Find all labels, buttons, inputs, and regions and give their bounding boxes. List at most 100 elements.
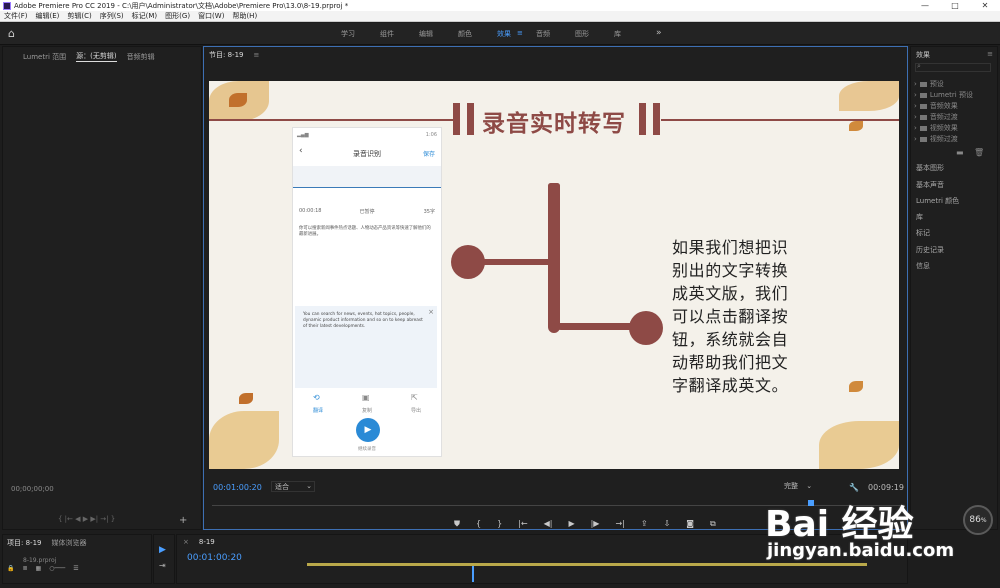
tab-audio-clip-mixer[interactable]: 音频剪辑 <box>127 52 155 62</box>
leaf-decoration <box>849 381 863 392</box>
tree-item-video-transitions[interactable]: › 视频过渡 <box>914 134 958 144</box>
workspace-effects[interactable]: 效果 <box>497 29 511 39</box>
timeline-timecode[interactable]: 00:01:00:20 <box>187 553 242 563</box>
tree-item-label: Lumetri 预设 <box>929 91 973 99</box>
tab-program[interactable]: 节目: 8-19 <box>209 50 243 60</box>
copy-label: 复制 <box>362 408 373 414</box>
badge-value: 86 <box>969 515 981 525</box>
panel-menu-icon[interactable]: ≡ <box>987 50 993 58</box>
tree-item-audio-effects[interactable]: › 音频效果 <box>914 101 958 111</box>
menu-edit[interactable]: 编辑(E) <box>32 11 64 21</box>
menu-sequence[interactable]: 序列(S) <box>96 11 128 21</box>
quality-select[interactable]: 完整 ⌄ <box>784 481 828 492</box>
workspace-color[interactable]: 颜色 <box>458 29 472 39</box>
badge-unit: % <box>980 517 987 524</box>
workspace-editing[interactable]: 编辑 <box>419 29 433 39</box>
work-area-bar[interactable] <box>307 563 867 566</box>
phone-screenshot: ▂▄▆ 1:06 ‹ 录音识别 保存 00:00:18 已暂停 35字 你可以搜… <box>292 127 442 457</box>
source-transport-controls[interactable]: { |← ◀ ▶ ▶| →| } <box>58 515 115 523</box>
tab-media-browser[interactable]: 媒体浏览器 <box>51 538 86 548</box>
workspace-assembly[interactable]: 组件 <box>380 29 394 39</box>
menu-file[interactable]: 文件(F) <box>0 11 32 21</box>
step-back-icon[interactable]: ◀| <box>544 519 553 529</box>
workspace-graphics[interactable]: 图形 <box>575 29 589 39</box>
panel-lumetri-color[interactable]: Lumetri 颜色 <box>916 196 959 206</box>
panel-essential-sound[interactable]: 基本声音 <box>916 180 944 190</box>
copy-icon: ▣ <box>362 393 370 402</box>
workspace-libraries[interactable]: 库 <box>614 29 621 39</box>
delete-icon[interactable]: 🗑 <box>974 148 984 157</box>
mark-in-icon[interactable]: { <box>476 519 481 529</box>
extract-icon[interactable]: ⇩ <box>664 519 671 529</box>
banner-bar-left <box>453 103 460 135</box>
window-title: Adobe Premiere Pro CC 2019 - C:\用户\Admin… <box>14 1 349 10</box>
maximize-button[interactable]: □ <box>940 1 970 10</box>
home-icon[interactable]: ⌂ <box>8 28 20 40</box>
close-icon[interactable]: × <box>183 538 189 546</box>
timeline-playhead[interactable] <box>472 566 474 582</box>
close-button[interactable]: ✕ <box>970 1 1000 10</box>
banner-bar-left-inner <box>467 103 474 135</box>
add-button-icon[interactable]: + <box>179 515 187 526</box>
slide-body-text: 如果我们想把识别出的文字转换成英文版，我们可以点击翻译按钮，系统就会自动帮助我们… <box>672 238 789 395</box>
project-file-name: 8-19.prproj <box>23 557 57 564</box>
button-editor-icon[interactable]: ⧉ <box>710 519 716 529</box>
menu-graphics[interactable]: 图形(G) <box>161 11 194 21</box>
camera-icon[interactable]: ◙ <box>686 519 694 529</box>
wrench-icon[interactable]: 🔧 <box>849 483 859 492</box>
zoom-slider[interactable]: ○─── <box>49 565 65 573</box>
chevron-right-icon: › <box>914 124 917 132</box>
project-toolbar: 🔒 ≣ ▦ ○─── ☰ <box>7 565 147 573</box>
tree-item-audio-transitions[interactable]: › 音频过渡 <box>914 112 958 122</box>
list-view-icon[interactable]: ≣ <box>22 565 27 573</box>
minimize-button[interactable]: — <box>910 1 940 10</box>
step-forward-icon[interactable]: |▶ <box>591 519 600 529</box>
chevron-right-icon: › <box>914 113 917 121</box>
menu-clip[interactable]: 剪辑(C) <box>63 11 95 21</box>
track-select-tool-icon[interactable]: ⇥ <box>159 561 166 570</box>
selection-tool-icon[interactable]: ▶ <box>159 545 166 555</box>
phone-count: 35字 <box>423 209 435 215</box>
more-workspaces-icon[interactable]: » <box>656 28 662 38</box>
folder-icon <box>919 81 927 87</box>
program-timecode[interactable]: 00:01:00:20 <box>213 483 262 492</box>
menu-help[interactable]: 帮助(H) <box>228 11 261 21</box>
effects-panel-title: 效果 <box>916 51 930 59</box>
tab-lumetri-scopes[interactable]: Lumetri 范围 <box>23 52 66 62</box>
phone-cn-text: 你可以搜索新闻事件热点话题、人物动态产品资讯等快速了解他们的最新进展。 <box>299 226 431 237</box>
mark-out-icon[interactable]: } <box>497 519 502 529</box>
panel-essential-graphics[interactable]: 基本图形 <box>916 163 944 173</box>
sort-icon[interactable]: ☰ <box>73 565 78 573</box>
panel-libraries[interactable]: 库 <box>916 212 923 222</box>
lock-icon[interactable]: 🔒 <box>7 565 14 573</box>
tab-project[interactable]: 项目: 8-19 <box>7 538 41 548</box>
panel-history[interactable]: 历史记录 <box>916 245 944 255</box>
workspace-learning[interactable]: 学习 <box>341 29 355 39</box>
panel-markers[interactable]: 标记 <box>916 228 930 238</box>
menu-window[interactable]: 窗口(W) <box>194 11 228 21</box>
tab-sequence[interactable]: 8-19 <box>199 538 215 546</box>
panel-menu-icon[interactable]: ≡ <box>253 51 259 59</box>
leaf-decoration <box>849 121 863 131</box>
panel-info[interactable]: 信息 <box>916 261 930 271</box>
project-panel: 项目: 8-19 媒体浏览器 8-19.prproj 🔒 ≣ ▦ ○─── ☰ <box>2 534 152 584</box>
new-bin-icon[interactable]: ▬ <box>956 148 964 157</box>
tree-item-video-effects[interactable]: › 视频效果 <box>914 123 958 133</box>
menu-markers[interactable]: 标记(M) <box>128 11 162 21</box>
play-icon[interactable]: ▶ <box>568 519 574 529</box>
add-marker-icon[interactable]: ⛊ <box>454 519 460 529</box>
go-to-out-icon[interactable]: →| <box>615 519 624 529</box>
leaf-decoration <box>239 393 253 404</box>
go-to-in-icon[interactable]: |← <box>518 519 527 529</box>
tree-item-presets[interactable]: › 预设 <box>914 79 944 89</box>
icon-view-icon[interactable]: ▦ <box>36 565 42 573</box>
connector-left-circle <box>451 245 485 279</box>
fit-select[interactable]: 适合 ⌄ <box>271 481 315 492</box>
tree-item-lumetri-presets[interactable]: › Lumetri 预设 <box>914 90 973 100</box>
lift-icon[interactable]: ⇪ <box>641 519 648 529</box>
workspace-menu-icon[interactable]: ≡ <box>517 29 523 37</box>
workspace-audio[interactable]: 音频 <box>536 29 550 39</box>
tab-source[interactable]: 源：(无剪辑) <box>76 51 117 62</box>
effects-search-input[interactable]: ⌕ <box>915 62 991 72</box>
phone-en-text: You can search for news, events, hot top… <box>303 312 423 329</box>
